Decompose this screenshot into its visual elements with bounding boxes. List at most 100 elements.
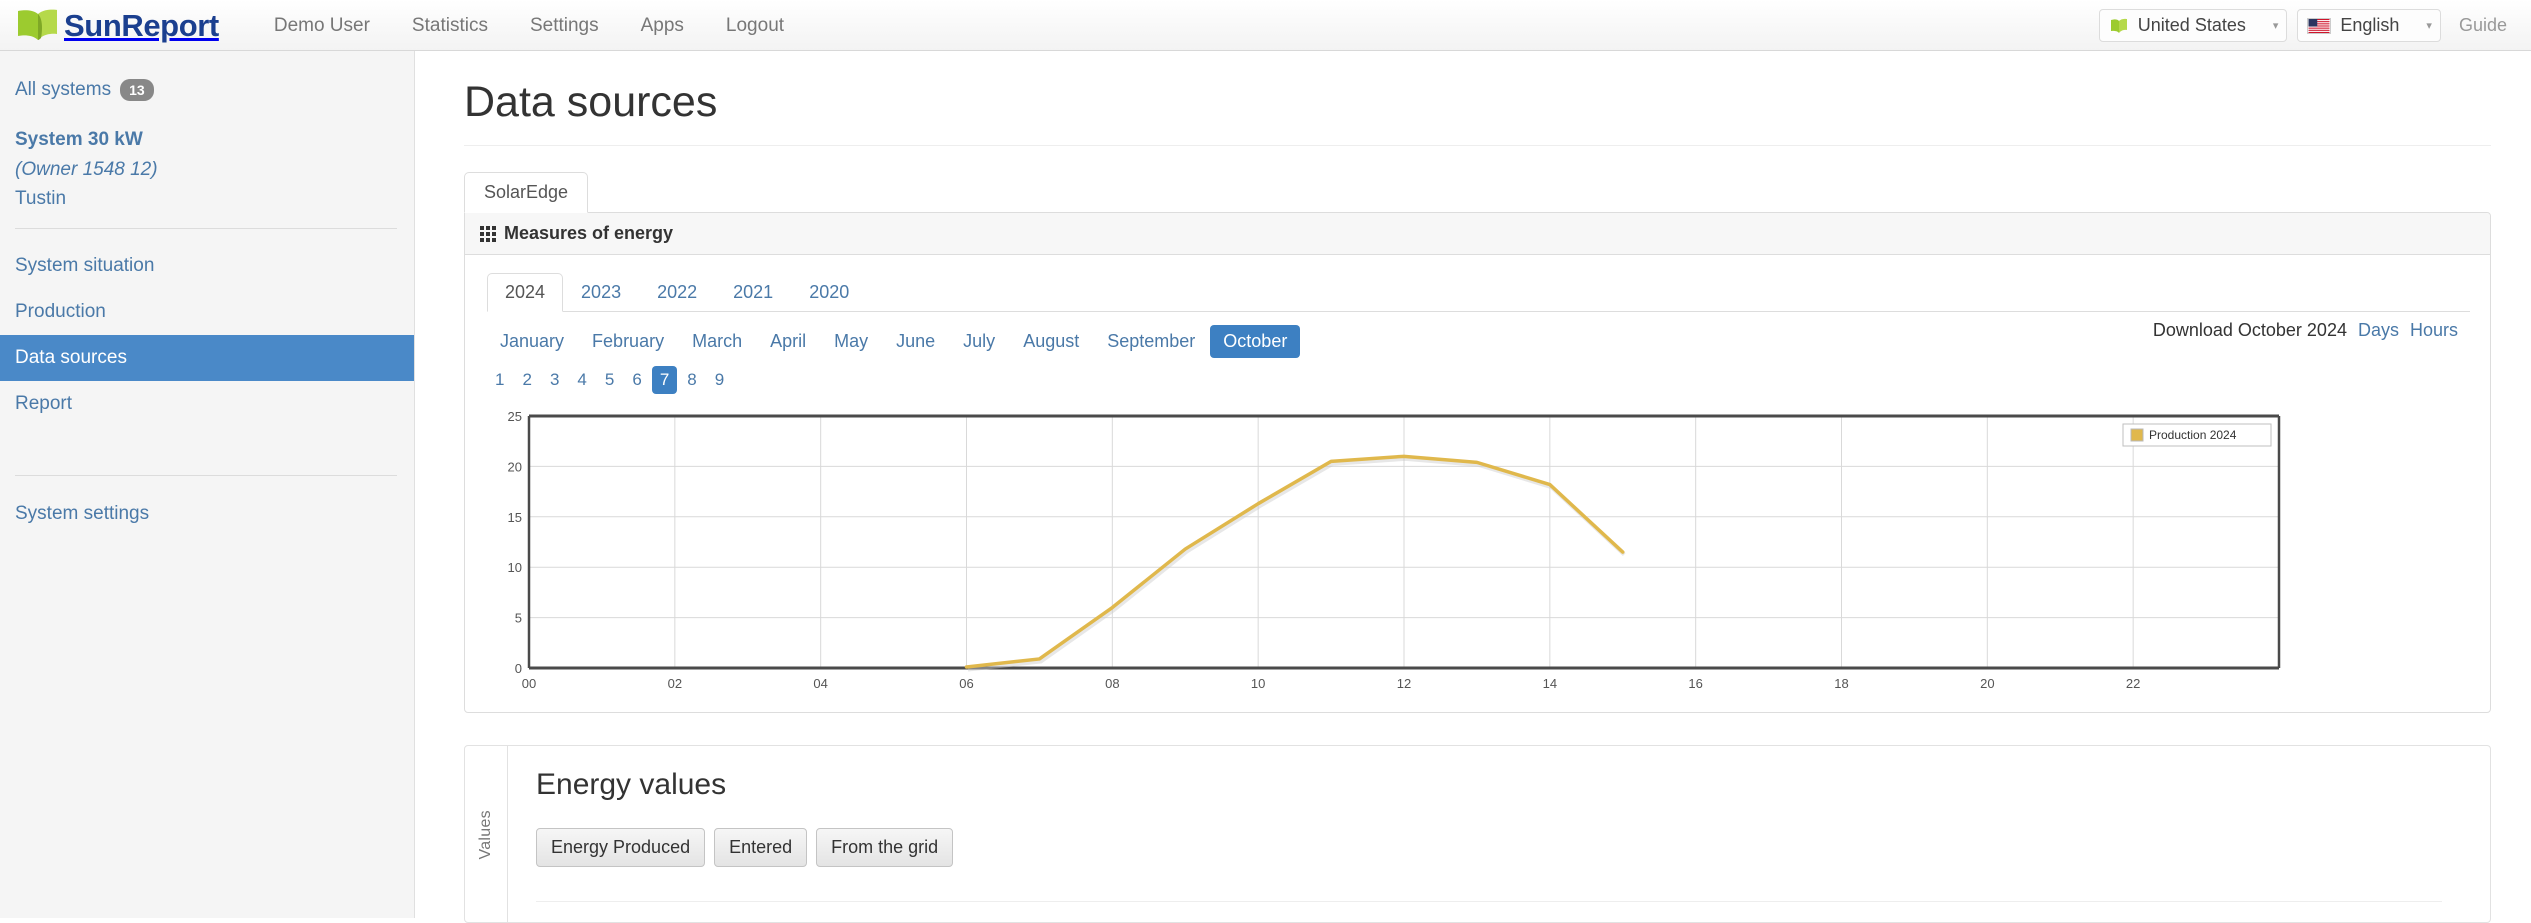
main-content: Data sources SolarEdge Measures of energ… [415, 51, 2531, 923]
day-3[interactable]: 3 [542, 366, 567, 394]
brand-name: SunReport [64, 7, 219, 43]
year-tab-2024[interactable]: 2024 [487, 273, 564, 313]
month-january[interactable]: January [487, 325, 577, 358]
all-systems-count-badge: 13 [120, 79, 154, 102]
month-september[interactable]: September [1094, 325, 1208, 358]
svg-text:0: 0 [515, 661, 522, 676]
values-side-tab[interactable]: Values [465, 746, 508, 923]
download-days-link[interactable]: Days [2358, 320, 2399, 341]
energy-values-body: Energy values Energy Produced Entered Fr… [508, 746, 2490, 922]
day-selector: 1 2 3 4 5 6 7 8 9 [487, 362, 1300, 400]
language-selector[interactable]: English ▾ [2297, 9, 2441, 42]
svg-text:Production 2024: Production 2024 [2149, 428, 2237, 442]
sidebar-item-all-systems[interactable]: All systems 13 [0, 73, 414, 107]
year-tab-2021[interactable]: 2021 [715, 273, 791, 312]
year-tab-2022[interactable]: 2022 [639, 273, 715, 312]
svg-text:00: 00 [522, 676, 536, 691]
year-tab-2020[interactable]: 2020 [791, 273, 867, 312]
from-the-grid-button[interactable]: From the grid [816, 828, 954, 868]
day-7[interactable]: 7 [651, 366, 678, 395]
energy-values-title: Energy values [536, 768, 727, 802]
day-4[interactable]: 4 [569, 366, 594, 394]
svg-text:04: 04 [813, 676, 827, 691]
us-flag-icon [2307, 17, 2332, 34]
year-tabs: 2024 2023 2022 2021 2020 [487, 273, 2470, 313]
sidebar-item-system-situation[interactable]: System situation [0, 243, 414, 289]
country-selector[interactable]: United States ▾ [2098, 9, 2288, 42]
svg-text:14: 14 [1543, 676, 1557, 691]
period-selection-row: January February March April May June Ju… [487, 312, 2470, 400]
month-june[interactable]: June [883, 325, 948, 358]
svg-text:16: 16 [1688, 676, 1702, 691]
svg-text:15: 15 [508, 510, 522, 525]
month-selector: January February March April May June Ju… [487, 312, 1301, 362]
language-label: English [2340, 15, 2400, 35]
month-february[interactable]: February [579, 325, 677, 358]
navbar-right-controls: United States ▾ English ▾ Guide [2098, 0, 2515, 51]
energy-values-buttons: Energy Produced Entered From the grid [536, 828, 2464, 868]
svg-text:20: 20 [508, 460, 522, 475]
values-side-label: Values [477, 809, 494, 860]
sidebar-divider-bottom [15, 474, 397, 476]
top-navbar: SunReport Demo User Statistics Settings … [0, 0, 2531, 51]
svg-text:08: 08 [1105, 676, 1119, 691]
current-system-block: System 30 kW (Owner 1548 12) Tustin [0, 107, 414, 213]
day-1[interactable]: 1 [487, 366, 512, 394]
month-may[interactable]: May [821, 325, 881, 358]
sidebar-nav: System situation Production Data sources… [0, 243, 414, 427]
month-july[interactable]: July [950, 325, 1008, 358]
download-hours-link[interactable]: Hours [2410, 320, 2458, 341]
guide-link[interactable]: Guide [2451, 15, 2515, 36]
top-nav-links: Demo User Statistics Settings Apps Logou… [253, 0, 805, 50]
svg-text:10: 10 [508, 560, 522, 575]
energy-values-card: Values Energy values Energy Produced Ent… [464, 745, 2491, 923]
day-9[interactable]: 9 [707, 366, 732, 394]
system-name: System 30 kW [15, 129, 143, 151]
title-divider [464, 145, 2491, 147]
nav-link-logout[interactable]: Logout [705, 0, 805, 51]
nav-link-demo-user[interactable]: Demo User [253, 0, 391, 51]
download-label: Download October 2024 [2152, 320, 2347, 341]
month-august[interactable]: August [1010, 325, 1092, 358]
svg-text:22: 22 [2126, 676, 2140, 691]
leaf-icon [18, 9, 57, 40]
period-pickers: January February March April May June Ju… [487, 312, 1301, 400]
svg-text:20: 20 [1980, 676, 1994, 691]
nav-link-statistics[interactable]: Statistics [391, 0, 509, 51]
chevron-down-icon: ▾ [2426, 20, 2432, 32]
nav-link-settings[interactable]: Settings [509, 0, 620, 51]
month-october[interactable]: October [1210, 325, 1301, 359]
year-tab-2023[interactable]: 2023 [563, 273, 639, 312]
month-march[interactable]: March [679, 325, 755, 358]
page-body: All systems 13 System 30 kW (Owner 1548 … [0, 51, 2531, 923]
measures-panel: Measures of energy 2024 2023 2022 2021 2… [464, 212, 2491, 714]
energy-values-divider [536, 901, 2442, 903]
download-controls: Download October 2024 Days Hours [2153, 312, 2458, 341]
tab-solaredge[interactable]: SolarEdge [464, 172, 589, 214]
all-systems-label[interactable]: All systems [15, 79, 111, 101]
day-2[interactable]: 2 [514, 366, 539, 394]
system-owner: (Owner 1548 12) [15, 158, 158, 180]
sidebar-divider-top [15, 227, 397, 229]
sidebar-item-system-settings[interactable]: System settings [0, 494, 414, 534]
day-5[interactable]: 5 [597, 366, 622, 394]
sidebar-item-production[interactable]: Production [0, 289, 414, 335]
svg-text:25: 25 [508, 409, 522, 424]
sidebar-item-report[interactable]: Report [0, 381, 414, 427]
day-8[interactable]: 8 [679, 366, 704, 394]
country-label: United States [2137, 15, 2246, 35]
production-chart-svg: 0 5 10 15 20 25 00 02 04 06 08 10 12 14 16 18 20 22 Produc… [508, 409, 2281, 691]
svg-text:12: 12 [1397, 676, 1411, 691]
chevron-down-icon: ▾ [2272, 20, 2279, 32]
svg-text:02: 02 [668, 676, 682, 691]
sidebar-item-data-sources[interactable]: Data sources [0, 334, 414, 381]
brand-logo[interactable]: SunReport [0, 0, 229, 50]
entered-button[interactable]: Entered [714, 828, 808, 868]
month-april[interactable]: April [757, 325, 819, 358]
measures-panel-body: 2024 2023 2022 2021 2020 January Februar… [465, 255, 2490, 712]
nav-link-apps[interactable]: Apps [620, 0, 705, 51]
energy-produced-button[interactable]: Energy Produced [536, 828, 706, 868]
system-city: Tustin [15, 188, 67, 210]
page-title: Data sources [464, 78, 718, 126]
day-6[interactable]: 6 [624, 366, 649, 394]
